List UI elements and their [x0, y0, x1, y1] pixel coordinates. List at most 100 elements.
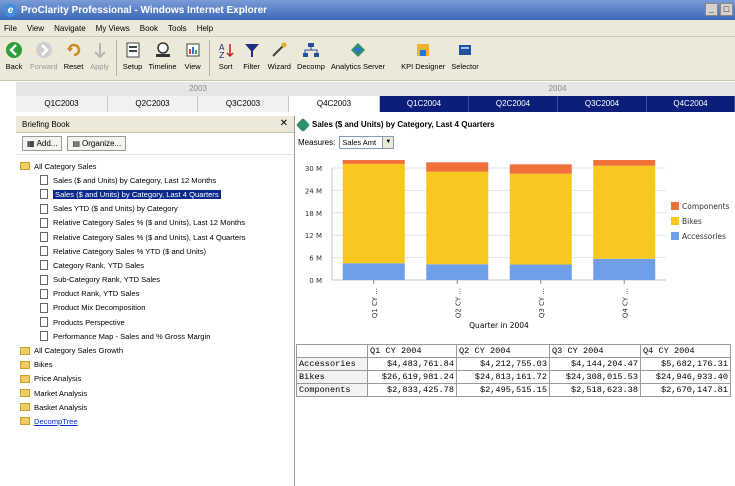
tree-folder-item[interactable]: All Category Sales [16, 159, 294, 173]
maximize-button[interactable]: □ [720, 3, 733, 16]
add-button[interactable]: ▦ Add... [22, 136, 63, 151]
bar-segment-components[interactable] [593, 155, 656, 166]
bar-segment-bikes[interactable] [342, 163, 405, 264]
year-2003-label[interactable]: 2003 [16, 82, 380, 96]
back-button[interactable]: Back [4, 40, 24, 71]
chevron-down-icon[interactable]: ▼ [382, 136, 394, 148]
tree-view-item[interactable]: Relative Category Sales % YTD ($ and Uni… [16, 244, 294, 258]
tree-view-item[interactable]: Products Perspective [16, 315, 294, 329]
legend-label[interactable]: Components [682, 202, 730, 211]
menu-my-views[interactable]: My Views [95, 24, 131, 33]
close-icon[interactable]: ✕ [280, 118, 288, 129]
filter-button[interactable]: Filter [242, 40, 262, 71]
toolbar: Back Forward Reset Apply Setup Timeline [0, 37, 735, 81]
setup-button[interactable]: Setup [123, 40, 143, 71]
menu-help[interactable]: Help [196, 24, 214, 33]
document-icon [40, 189, 48, 200]
tree-view-item[interactable]: Relative Category Sales % ($ and Units),… [16, 216, 294, 230]
bar-segment-accessories[interactable] [342, 263, 405, 280]
decomp-label: Decomp [296, 62, 325, 71]
quarter-q4c2004[interactable]: Q4C2004 [647, 96, 735, 112]
bar-segment-components[interactable] [426, 162, 489, 172]
table-col-header[interactable]: Q4 CY 2004 [640, 344, 731, 358]
menu-view[interactable]: View [26, 24, 45, 33]
menu-file[interactable]: File [3, 24, 18, 33]
tree-folder-item[interactable]: Market Analysis [16, 386, 294, 400]
quarter-q2c2004[interactable]: Q2C2004 [469, 96, 558, 112]
tree-view-item[interactable]: Sub-Category Rank, YTD Sales [16, 273, 294, 287]
tree-folder-item[interactable]: Price Analysis [16, 372, 294, 386]
minimize-button[interactable]: _ [705, 3, 718, 16]
table-row-header[interactable]: Accessories [296, 357, 368, 371]
legend-swatch [671, 202, 679, 210]
chart-area: 0 M 6 M 12 M 18 M 24 M 30 M Q1 CY ... Q2 CY ...… [296, 153, 735, 344]
quarter-q1c2004[interactable]: Q1C2004 [380, 96, 469, 112]
table-col-header[interactable]: Q2 CY 2004 [456, 344, 550, 358]
tree-view-item[interactable]: Category Rank, YTD Sales [16, 258, 294, 272]
bar-segment-accessories[interactable] [593, 258, 656, 280]
table-col-header[interactable]: Q3 CY 2004 [549, 344, 641, 358]
kpi-designer-button[interactable]: KPI Designer [401, 40, 445, 71]
organize-icon: ▤ [72, 139, 81, 148]
bar-segment-accessories[interactable] [426, 264, 489, 280]
bar-segment-components[interactable] [509, 164, 572, 174]
back-label: Back [5, 62, 23, 71]
timeline-button[interactable]: Timeline [149, 40, 177, 71]
bar-segment-bikes[interactable] [426, 171, 489, 265]
quarter-q3c2004[interactable]: Q3C2004 [558, 96, 647, 112]
wizard-button[interactable]: Wizard [268, 40, 291, 71]
reset-button[interactable]: Reset [64, 40, 84, 71]
menu-book[interactable]: Book [139, 24, 159, 33]
tree-folder-item[interactable]: Bikes [16, 358, 294, 372]
forward-arrow-icon [34, 40, 54, 60]
document-icon [40, 331, 48, 342]
quarter-q3c2003[interactable]: Q3C2003 [198, 96, 289, 112]
apply-button[interactable]: Apply [90, 40, 110, 71]
table-cell: $4,144,204.47 [549, 357, 641, 371]
forward-button[interactable]: Forward [30, 40, 58, 71]
legend-label[interactable]: Accessories [682, 232, 726, 241]
selector-icon [455, 40, 475, 60]
measures-select[interactable]: Sales Amt ▼ [339, 135, 395, 149]
bar-segment-accessories[interactable] [509, 264, 572, 280]
bar-segment-bikes[interactable] [509, 173, 572, 265]
bar-segment-components[interactable] [342, 153, 405, 164]
analytics-server-button[interactable]: Analytics Server [331, 40, 385, 71]
tree-item-label: Bikes [34, 360, 53, 370]
quarter-q2c2003[interactable]: Q2C2003 [108, 96, 198, 112]
selector-button[interactable]: Selector [451, 40, 479, 71]
tree-view-item[interactable]: Sales YTD ($ and Units) by Category [16, 202, 294, 216]
legend-label[interactable]: Bikes [682, 217, 702, 226]
document-icon [40, 175, 48, 186]
table-col-header[interactable]: Q1 CY 2004 [367, 344, 457, 358]
year-2004-label[interactable]: 2004 [380, 82, 735, 96]
tree-view-item[interactable]: Relative Category Sales % ($ and Units),… [16, 230, 294, 244]
bar-segment-bikes[interactable] [593, 165, 656, 259]
tree-folder-item[interactable]: DecompTree [16, 414, 294, 428]
menu-navigate[interactable]: Navigate [53, 24, 87, 33]
tree-item-label: Sales YTD ($ and Units) by Category [53, 204, 178, 214]
tree-view-item[interactable]: Product Mix Decomposition [16, 301, 294, 315]
table-row-header[interactable]: Components [296, 383, 368, 397]
tree-folder-item[interactable]: Basket Analysis [16, 400, 294, 414]
sort-button[interactable]: AZ Sort [216, 40, 236, 71]
organize-button[interactable]: ▤ Organize... [67, 136, 127, 151]
tree-view-item[interactable]: Product Rank, YTD Sales [16, 287, 294, 301]
tree-folder-item[interactable]: All Category Sales Growth [16, 343, 294, 357]
tree-view-item[interactable]: Performance Map - Sales and % Gross Marg… [16, 329, 294, 343]
view-button[interactable]: View [183, 40, 203, 71]
back-arrow-icon [4, 40, 24, 60]
tree-view-item[interactable]: Sales ($ and Units) by Category, Last 12… [16, 173, 294, 187]
decomp-button[interactable]: Decomp [297, 40, 325, 71]
quarter-q1c2003[interactable]: Q1C2003 [16, 96, 108, 112]
legend-swatch [671, 232, 679, 240]
table-row-header[interactable]: Bikes [296, 370, 368, 384]
window-titlebar: e ProClarity Professional - Windows Inte… [0, 0, 735, 20]
tree-item-label: Relative Category Sales % ($ and Units),… [53, 232, 246, 242]
folder-icon [20, 162, 30, 171]
tree-view-item[interactable]: Sales ($ and Units) by Category, Last 4 … [16, 187, 294, 201]
apply-icon [90, 40, 110, 60]
quarter-q4c2003[interactable]: Q4C2003 [289, 96, 380, 112]
document-icon [40, 274, 48, 285]
menu-tools[interactable]: Tools [167, 24, 188, 33]
